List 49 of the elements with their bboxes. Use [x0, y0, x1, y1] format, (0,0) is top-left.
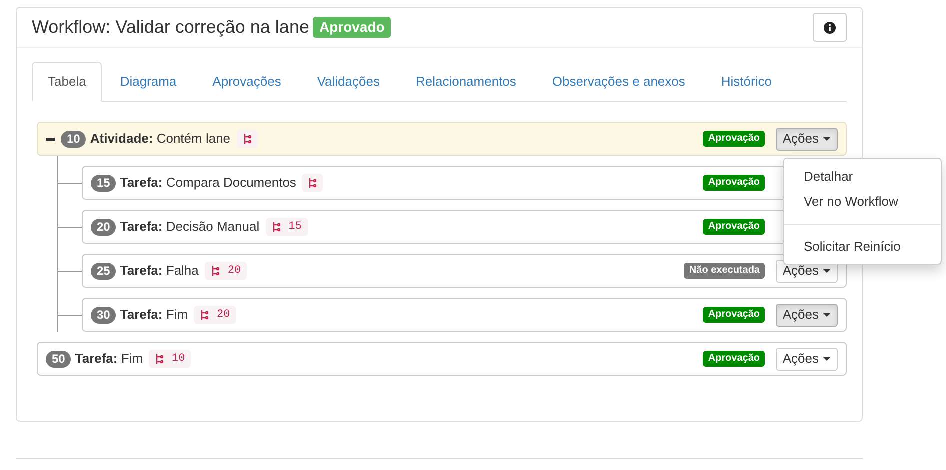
branch-icon [155, 353, 164, 365]
item-title: Tarefa: Falha [120, 262, 199, 280]
number-badge: 15 [91, 174, 116, 192]
number-badge: 25 [91, 262, 116, 280]
branch-icon [242, 133, 252, 145]
menu-item[interactable]: Detalhar [784, 164, 941, 189]
actions-button[interactable]: Ações [776, 304, 838, 326]
branch-icon [200, 309, 210, 321]
item-title: Atividade: Contém lane [90, 130, 231, 148]
status-badge: Aprovação [703, 307, 765, 323]
status-badge: Aprovação [703, 219, 765, 235]
status-badge: Aprovação [703, 351, 765, 367]
tab[interactable]: Diagrama [104, 62, 193, 102]
info-button[interactable] [813, 13, 847, 42]
branch-icon [308, 177, 318, 189]
workflow-title: Workflow: Validar correção na lane [32, 16, 310, 39]
branch-icon [210, 265, 220, 277]
info-icon [824, 22, 836, 34]
tab[interactable]: Histórico [705, 62, 788, 102]
number-badge: 10 [61, 130, 86, 148]
status-badge: Aprovação [703, 175, 765, 191]
number-badge: 30 [91, 306, 116, 324]
item-title: Tarefa: Fim [75, 350, 144, 368]
actions-button[interactable]: Ações [776, 348, 838, 370]
status-badge: Aprovação [703, 131, 765, 147]
number-badge: 20 [91, 218, 116, 236]
tab[interactable]: Aprovações [196, 62, 298, 102]
item-title: Tarefa: Fim [120, 306, 188, 324]
number-badge: 50 [46, 350, 72, 368]
tab[interactable]: Observações e anexos [536, 62, 702, 102]
tab[interactable]: Relacionamentos [400, 62, 532, 102]
reference-number: 15 [288, 220, 302, 235]
menu-item[interactable]: Solicitar Reinício [784, 234, 941, 259]
branch-icon [272, 221, 281, 233]
caret-icon [823, 269, 831, 273]
tab[interactable]: Validações [301, 62, 396, 102]
caret-icon [823, 137, 831, 141]
status-label: Aprovado [313, 17, 391, 38]
reference-number: 20 [217, 308, 230, 323]
menu-item[interactable]: Ver no Workflow [784, 189, 941, 214]
item-title: Tarefa: Compara Documentos [120, 174, 296, 192]
status-badge: Não executada [684, 263, 765, 279]
caret-icon [823, 357, 831, 361]
caret-icon [823, 313, 831, 317]
reference-number: 10 [172, 352, 186, 367]
tab[interactable]: Tabela [32, 62, 102, 102]
actions-button[interactable]: Ações [776, 128, 838, 150]
item-title: Tarefa: Decisão Manual [120, 218, 260, 236]
reference-number: 20 [228, 264, 242, 279]
